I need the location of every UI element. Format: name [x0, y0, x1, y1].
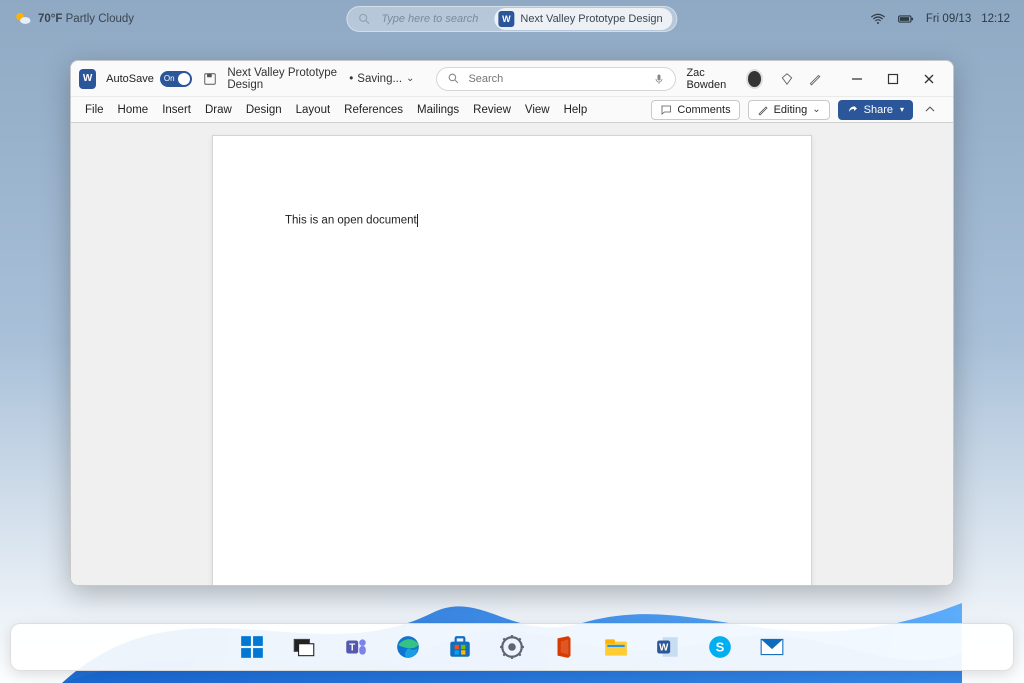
svg-text:T: T: [349, 642, 355, 653]
toggle-switch[interactable]: On: [160, 71, 192, 87]
pencil-icon: [757, 104, 769, 116]
autosave-toggle[interactable]: AutoSave On: [106, 71, 192, 87]
taskbar-word[interactable]: W: [654, 633, 682, 661]
autosave-label: AutoSave: [106, 73, 154, 85]
chevron-down-icon: ⌄: [406, 73, 414, 84]
user-name-text: Zac Bowden: [686, 67, 737, 91]
taskbar-mail[interactable]: [758, 633, 786, 661]
tab-review[interactable]: Review: [473, 104, 511, 116]
tab-home[interactable]: Home: [118, 104, 149, 116]
titlebar-search[interactable]: [436, 67, 676, 91]
taskbar-task-view[interactable]: [290, 633, 318, 661]
word-logo-icon[interactable]: W: [79, 69, 96, 89]
date-text[interactable]: Fri 09/13: [926, 13, 971, 25]
user-account[interactable]: Zac Bowden: [686, 67, 763, 91]
document-page[interactable]: This is an open document: [212, 135, 812, 585]
system-topbar: 70°F Partly Cloudy Type here to search W…: [0, 8, 1024, 30]
time-text[interactable]: 12:12: [981, 13, 1010, 25]
word-icon: W: [498, 11, 514, 27]
tab-mailings[interactable]: Mailings: [417, 104, 459, 116]
taskbar-office[interactable]: [550, 633, 578, 661]
system-search-pill[interactable]: Type here to search W Next Valley Protot…: [346, 6, 677, 32]
tab-draw[interactable]: Draw: [205, 104, 232, 116]
system-search-result-text: Next Valley Prototype Design: [520, 13, 662, 25]
tab-references[interactable]: References: [344, 104, 403, 116]
document-body-text[interactable]: This is an open document: [285, 215, 417, 227]
taskbar-explorer[interactable]: [602, 633, 630, 661]
system-tray: Fri 09/13 12:12: [870, 13, 1010, 25]
pen-icon[interactable]: [807, 71, 823, 87]
system-search-result-pill[interactable]: W Next Valley Prototype Design: [494, 8, 672, 30]
tab-design[interactable]: Design: [246, 104, 282, 116]
search-icon: [447, 72, 460, 85]
share-button[interactable]: Share ▾: [838, 100, 913, 120]
text-cursor: [417, 214, 418, 227]
svg-text:S: S: [716, 639, 725, 654]
weather-icon: [14, 10, 32, 28]
share-icon: [847, 104, 859, 116]
weather-widget[interactable]: 70°F Partly Cloudy: [14, 10, 134, 28]
chevron-down-icon: ▾: [900, 105, 904, 114]
battery-icon[interactable]: [898, 13, 914, 25]
taskbar-edge[interactable]: [394, 633, 422, 661]
close-button[interactable]: [911, 65, 947, 93]
save-icon[interactable]: [202, 70, 217, 88]
ribbon-tabs: File Home Insert Draw Design Layout Refe…: [71, 97, 953, 123]
system-search-placeholder: Type here to search: [381, 13, 478, 25]
maximize-button[interactable]: [875, 65, 911, 93]
titlebar-search-input[interactable]: [468, 73, 645, 85]
tab-insert[interactable]: Insert: [162, 104, 191, 116]
comment-icon: [660, 104, 672, 116]
diamond-icon[interactable]: [779, 71, 795, 87]
wifi-icon[interactable]: [870, 13, 886, 25]
taskbar-start[interactable]: [238, 633, 266, 661]
word-window: W AutoSave On Next Valley Prototype Desi…: [70, 60, 954, 586]
taskbar-teams[interactable]: T: [342, 633, 370, 661]
avatar-icon: [746, 69, 763, 89]
tab-view[interactable]: View: [525, 104, 550, 116]
document-canvas[interactable]: This is an open document: [71, 123, 953, 585]
comments-button[interactable]: Comments: [651, 100, 739, 120]
tab-layout[interactable]: Layout: [296, 104, 331, 116]
taskbar-settings[interactable]: [498, 633, 526, 661]
document-title[interactable]: Next Valley Prototype Design • Saving...…: [227, 67, 414, 91]
window-caption-buttons: [839, 65, 947, 93]
ribbon-collapse-button[interactable]: [921, 101, 939, 119]
tab-help[interactable]: Help: [564, 104, 588, 116]
svg-text:W: W: [659, 642, 669, 653]
mic-icon[interactable]: [653, 73, 665, 85]
temperature-text: 70°F: [38, 13, 62, 25]
taskbar-store[interactable]: [446, 633, 474, 661]
editing-dropdown[interactable]: Editing ⌄: [748, 100, 830, 120]
taskbar: T W S: [10, 623, 1014, 671]
minimize-button[interactable]: [839, 65, 875, 93]
weather-text: Partly Cloudy: [66, 13, 134, 25]
tab-file[interactable]: File: [85, 104, 104, 116]
taskbar-skype[interactable]: S: [706, 633, 734, 661]
titlebar: W AutoSave On Next Valley Prototype Desi…: [71, 61, 953, 97]
chevron-down-icon: ⌄: [812, 104, 820, 115]
search-icon: [357, 12, 371, 26]
